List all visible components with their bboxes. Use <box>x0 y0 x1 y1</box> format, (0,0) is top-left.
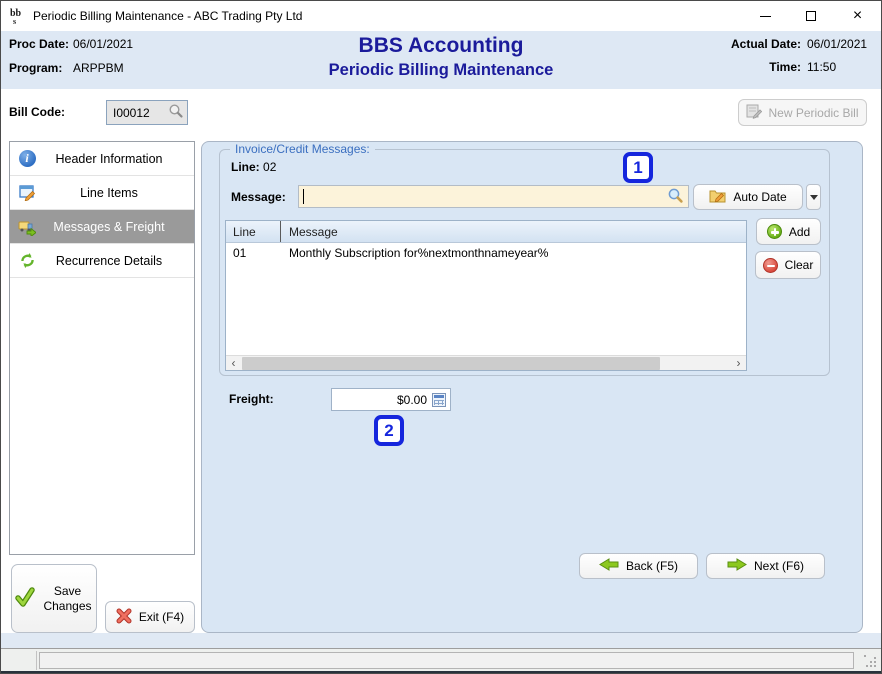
invoice-credit-messages-group: Invoice/Credit Messages: Line: 02 Messag… <box>219 149 830 376</box>
table-header-row: Line Message <box>226 221 746 243</box>
bill-code-label: Bill Code: <box>9 105 65 119</box>
freight-input[interactable]: $0.00 <box>331 388 451 411</box>
close-icon: × <box>853 8 862 24</box>
next-arrow-icon <box>727 558 747 574</box>
program-label: Program: <box>9 61 73 75</box>
status-message-panel <box>39 652 854 669</box>
recurrence-icon <box>18 252 36 270</box>
svg-text:s: s <box>13 17 16 25</box>
header-left-info: Proc Date: 06/01/2021 Program: ARPPBM <box>9 37 133 75</box>
line-items-icon <box>18 184 36 202</box>
header-band: BBS Accounting Periodic Billing Maintena… <box>1 31 881 89</box>
auto-date-icon <box>709 187 726 207</box>
line-label: Line: <box>231 160 260 174</box>
scroll-left-icon[interactable]: ‹ <box>226 356 241 371</box>
text-caret <box>303 189 304 204</box>
back-arrow-icon <box>599 558 619 574</box>
freight-label: Freight: <box>229 392 274 406</box>
group-legend: Invoice/Credit Messages: <box>230 142 375 156</box>
actual-date-label: Actual Date: <box>731 37 801 51</box>
bill-code-value: I00012 <box>113 106 168 120</box>
form-background-strip <box>1 633 881 648</box>
app-window: bb s Periodic Billing Maintenance - ABC … <box>0 0 882 674</box>
row-message-value: Monthly Subscription for%nextmonthnameye… <box>281 246 548 260</box>
resize-grip-icon[interactable] <box>864 655 877 668</box>
row-line-value: 01 <box>226 246 281 260</box>
maximize-icon <box>806 11 816 21</box>
exit-button[interactable]: Exit (F4) <box>105 601 195 633</box>
line-value: 02 <box>263 160 276 174</box>
next-label: Next (F6) <box>754 559 804 573</box>
horizontal-scrollbar[interactable]: ‹ › <box>226 355 746 370</box>
sidebar-item-label: Messages & Freight <box>10 220 194 234</box>
sidebar-item-header-information[interactable]: i Header Information <box>10 142 194 176</box>
time-value: 11:50 <box>807 60 873 74</box>
sidebar-item-label: Recurrence Details <box>10 254 194 268</box>
sidebar-item-label: Header Information <box>10 152 194 166</box>
header-right-info: Actual Date: 06/01/2021 Time: 11:50 <box>731 37 873 74</box>
sidebar-nav: i Header Information Line Items <box>9 141 195 555</box>
chevron-down-icon <box>810 195 818 200</box>
status-divider <box>36 651 37 670</box>
time-label: Time: <box>731 60 801 74</box>
calculator-icon[interactable] <box>432 393 446 407</box>
minimize-button[interactable] <box>742 1 788 31</box>
proc-date-label: Proc Date: <box>9 37 73 51</box>
new-periodic-bill-button[interactable]: New Periodic Bill <box>738 99 867 126</box>
auto-date-button[interactable]: Auto Date <box>693 184 803 210</box>
sidebar-item-line-items[interactable]: Line Items <box>10 176 194 210</box>
scrollbar-thumb[interactable] <box>242 357 660 370</box>
clear-minus-icon <box>763 258 778 273</box>
sidebar-item-recurrence-details[interactable]: Recurrence Details <box>10 244 194 278</box>
app-logo-icon: bb s <box>9 7 27 25</box>
save-changes-button[interactable]: Save Changes <box>11 564 97 633</box>
exit-x-icon <box>116 608 132 627</box>
bill-code-input[interactable]: I00012 <box>106 100 188 125</box>
freight-value: $0.00 <box>336 393 432 407</box>
actual-date-value: 06/01/2021 <box>807 37 873 51</box>
auto-date-dropdown-button[interactable] <box>806 184 821 210</box>
search-icon[interactable] <box>168 103 184 122</box>
new-bill-icon <box>746 103 762 122</box>
new-bill-label: New Periodic Bill <box>768 106 858 120</box>
back-label: Back (F5) <box>626 559 678 573</box>
next-button[interactable]: Next (F6) <box>706 553 825 579</box>
messages-table[interactable]: Line Message 01 Monthly Subscription for… <box>225 220 747 371</box>
program-value: ARPPBM <box>73 61 133 75</box>
add-button[interactable]: Add <box>756 218 821 245</box>
annotation-badge-2: 2 <box>374 415 404 446</box>
auto-date-label: Auto Date <box>733 190 786 204</box>
line-number-row: Line: 02 <box>231 160 276 174</box>
message-input[interactable] <box>298 185 689 208</box>
message-label: Message: <box>231 190 286 204</box>
minimize-icon <box>760 16 771 17</box>
back-button[interactable]: Back (F5) <box>579 553 698 579</box>
title-bar: bb s Periodic Billing Maintenance - ABC … <box>1 1 881 31</box>
maximize-button[interactable] <box>788 1 834 31</box>
sidebar-item-label: Line Items <box>10 186 194 200</box>
status-bar <box>1 648 881 671</box>
annotation-badge-1: 1 <box>623 152 653 183</box>
add-plus-icon <box>767 224 782 239</box>
clear-button[interactable]: Clear <box>755 251 821 279</box>
info-icon: i <box>18 150 36 168</box>
column-header-line[interactable]: Line <box>226 221 281 242</box>
scroll-right-icon[interactable]: › <box>731 356 746 371</box>
messages-freight-icon <box>18 218 36 236</box>
proc-date-value: 06/01/2021 <box>73 37 133 51</box>
exit-label: Exit (F4) <box>139 610 184 624</box>
window-title: Periodic Billing Maintenance - ABC Tradi… <box>33 9 302 23</box>
add-label: Add <box>789 225 810 239</box>
sidebar-item-messages-freight[interactable]: Messages & Freight <box>10 210 194 244</box>
clear-label: Clear <box>785 258 814 272</box>
table-row[interactable]: 01 Monthly Subscription for%nextmonthnam… <box>226 243 746 263</box>
save-label: Save Changes <box>42 584 94 614</box>
close-button[interactable]: × <box>834 1 881 31</box>
save-check-icon <box>15 587 35 610</box>
message-search-icon[interactable] <box>667 187 684 207</box>
column-header-message[interactable]: Message <box>281 225 338 239</box>
